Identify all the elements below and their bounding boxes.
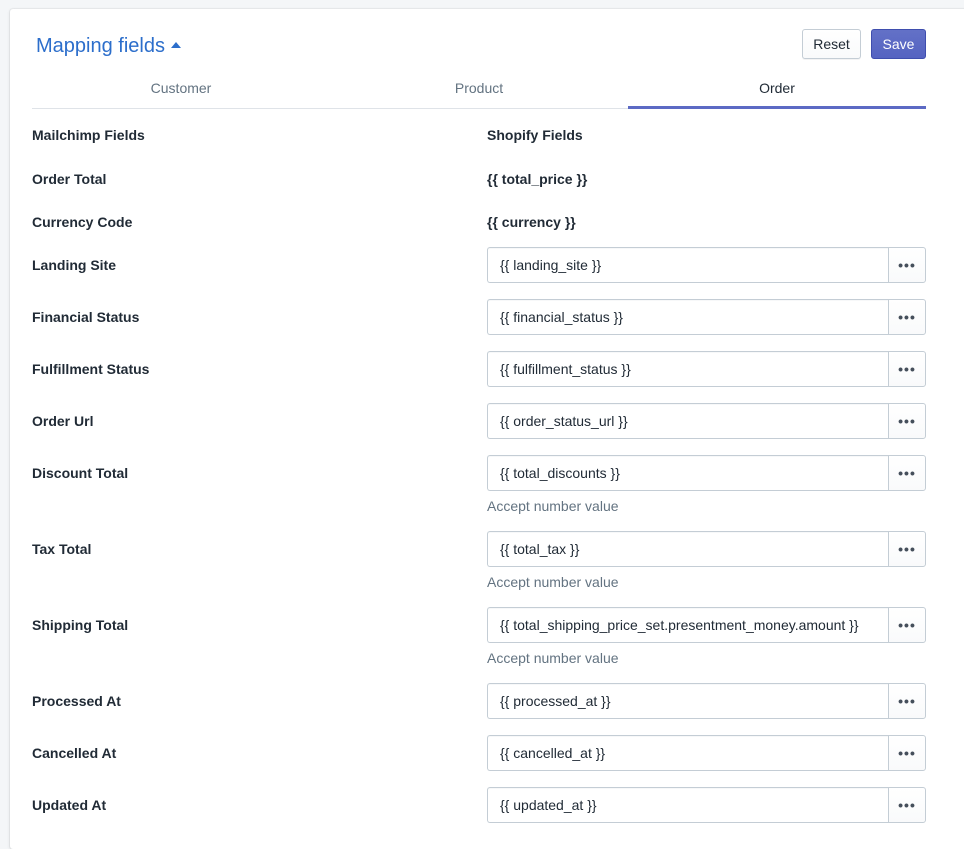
- ellipsis-icon: •••: [898, 361, 916, 377]
- tab-product[interactable]: Product: [330, 73, 628, 108]
- landing-site-more-button[interactable]: •••: [888, 247, 926, 283]
- field-tax-total: •••: [487, 531, 926, 567]
- label-tax-total: Tax Total: [32, 541, 92, 557]
- mapping-fields-toggle[interactable]: Mapping fields: [36, 33, 181, 59]
- label-order-total: Order Total: [32, 171, 107, 187]
- label-discount-total: Discount Total: [32, 465, 129, 481]
- mailchimp-fields-header: Mailchimp Fields: [32, 127, 145, 143]
- order-url-input[interactable]: [487, 403, 888, 439]
- ellipsis-icon: •••: [898, 541, 916, 557]
- tax-total-help: Accept number value: [487, 574, 619, 590]
- discount-total-help: Accept number value: [487, 498, 619, 514]
- order-url-more-button[interactable]: •••: [888, 403, 926, 439]
- updated-at-input[interactable]: [487, 787, 888, 823]
- tax-total-more-button[interactable]: •••: [888, 531, 926, 567]
- financial-status-input[interactable]: [487, 299, 888, 335]
- label-order-url: Order Url: [32, 413, 94, 429]
- caret-up-icon: [170, 42, 181, 48]
- label-financial-status: Financial Status: [32, 309, 140, 325]
- processed-at-more-button[interactable]: •••: [888, 683, 926, 719]
- ellipsis-icon: •••: [898, 309, 916, 325]
- shipping-total-input[interactable]: [487, 607, 888, 643]
- field-cancelled-at: •••: [487, 735, 926, 771]
- updated-at-more-button[interactable]: •••: [888, 787, 926, 823]
- label-currency-code: Currency Code: [32, 214, 133, 230]
- label-fulfillment-status: Fulfillment Status: [32, 361, 150, 377]
- value-order-total: {{ total_price }}: [487, 171, 588, 187]
- ellipsis-icon: •••: [898, 745, 916, 761]
- fulfillment-status-input[interactable]: [487, 351, 888, 387]
- label-updated-at: Updated At: [32, 797, 107, 813]
- label-landing-site: Landing Site: [32, 257, 116, 273]
- field-updated-at: •••: [487, 787, 926, 823]
- fulfillment-status-more-button[interactable]: •••: [888, 351, 926, 387]
- ellipsis-icon: •••: [898, 797, 916, 813]
- tab-customer[interactable]: Customer: [32, 73, 330, 108]
- field-financial-status: •••: [487, 299, 926, 335]
- ellipsis-icon: •••: [898, 693, 916, 709]
- processed-at-input[interactable]: [487, 683, 888, 719]
- discount-total-more-button[interactable]: •••: [888, 455, 926, 491]
- reset-button[interactable]: Reset: [802, 29, 861, 59]
- label-processed-at: Processed At: [32, 693, 121, 709]
- tax-total-input[interactable]: [487, 531, 888, 567]
- save-button[interactable]: Save: [871, 29, 926, 59]
- ellipsis-icon: •••: [898, 257, 916, 273]
- ellipsis-icon: •••: [898, 413, 916, 429]
- field-landing-site: •••: [487, 247, 926, 283]
- field-fulfillment-status: •••: [487, 351, 926, 387]
- label-shipping-total: Shipping Total: [32, 617, 129, 633]
- field-order-url: •••: [487, 403, 926, 439]
- field-processed-at: •••: [487, 683, 926, 719]
- tab-order[interactable]: Order: [628, 73, 926, 109]
- financial-status-more-button[interactable]: •••: [888, 299, 926, 335]
- tab-bar: Customer Product Order: [32, 73, 926, 109]
- cancelled-at-input[interactable]: [487, 735, 888, 771]
- ellipsis-icon: •••: [898, 465, 916, 481]
- ellipsis-icon: •••: [898, 617, 916, 633]
- discount-total-input[interactable]: [487, 455, 888, 491]
- field-discount-total: •••: [487, 455, 926, 491]
- shopify-fields-header: Shopify Fields: [487, 127, 583, 143]
- landing-site-input[interactable]: [487, 247, 888, 283]
- label-cancelled-at: Cancelled At: [32, 745, 117, 761]
- shipping-total-more-button[interactable]: •••: [888, 607, 926, 643]
- field-shipping-total: •••: [487, 607, 926, 643]
- page-title: Mapping fields: [36, 35, 165, 57]
- cancelled-at-more-button[interactable]: •••: [888, 735, 926, 771]
- value-currency-code: {{ currency }}: [487, 214, 576, 230]
- shipping-total-help: Accept number value: [487, 650, 619, 666]
